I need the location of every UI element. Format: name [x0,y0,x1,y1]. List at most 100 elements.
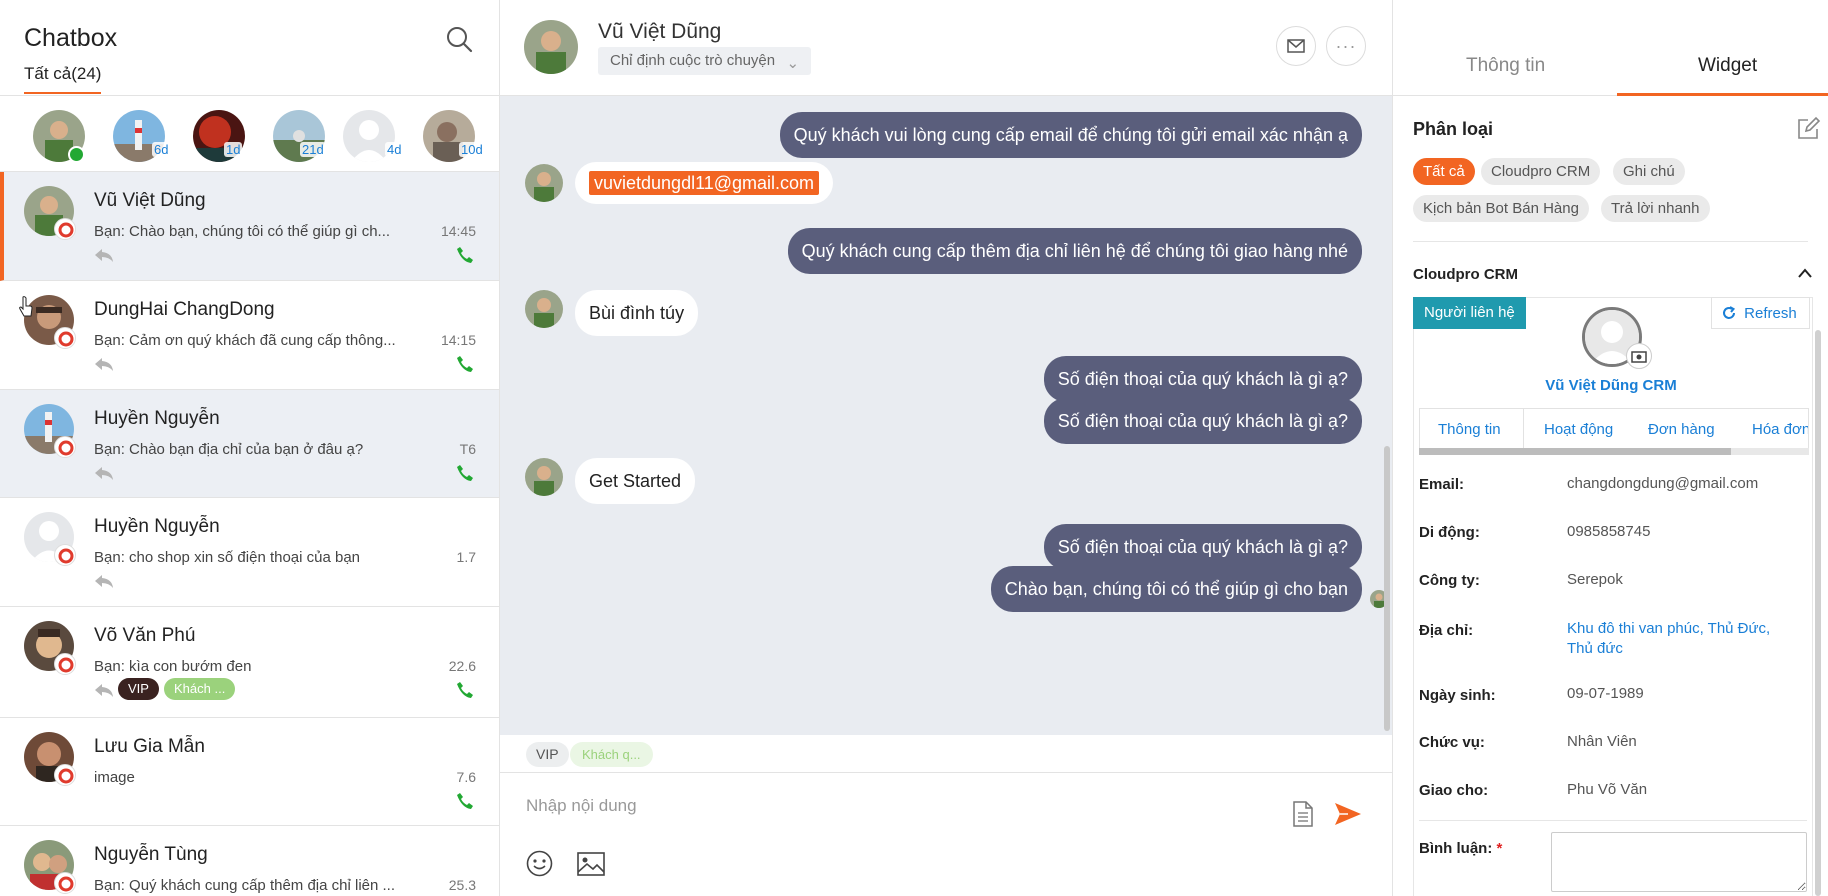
field-label-mobile: Di động: [1419,524,1480,541]
tab-widget[interactable]: Widget [1698,55,1757,77]
pointer-cursor-icon [19,296,33,317]
conversation-item[interactable]: Lưu Gia Mẫn image 7.6 [0,718,499,826]
message-incoming: Get Started [575,458,696,504]
message-composer [500,773,1392,896]
messenger-badge-icon [54,436,76,458]
crm-tab-orders[interactable]: Đơn hàng [1648,409,1715,451]
phone-icon[interactable] [456,246,474,264]
message-scrollbar[interactable] [1384,446,1390,731]
phone-icon[interactable] [456,792,474,810]
conversation-preview: Bạn: cho shop xin số điện thoại của bạn [94,549,361,566]
crm-tabs: Thông tin Hoạt động Đơn hàng Hóa đơn [1419,408,1809,452]
conversation-item[interactable]: Huyền Nguyễn Bạn: Chào bạn địa chỉ của b… [0,390,499,498]
chevron-up-icon[interactable] [1797,267,1813,279]
crm-tab-invoices[interactable]: Hóa đơn [1752,409,1808,451]
field-value-position: Nhân Viên [1567,733,1637,750]
conversation-preview: Bạn: Quý khách cung cấp thêm địa chỉ liê… [94,877,396,894]
crm-tabs-scrollbar[interactable] [1419,448,1809,455]
message-outgoing: Chào bạn, chúng tôi có thể giúp gì cho b… [990,566,1362,612]
tab-all-conversations[interactable]: Tất cả(24) [24,64,102,94]
refresh-icon [1723,306,1736,319]
tag-vip[interactable]: VIP [526,742,569,767]
category-chip-bot-script[interactable]: Kịch bản Bot Bán Hàng [1413,195,1589,222]
emoji-icon[interactable] [526,850,553,877]
active-tab-indicator [1617,93,1828,96]
assign-label: Chỉ định cuộc trò chuyện [610,52,776,69]
conversation-name: Huyền Nguyễn [94,408,220,429]
chevron-down-icon: ⌄ [786,55,800,72]
send-icon[interactable] [1334,801,1362,827]
message-outgoing: Số điện thoại của quý khách là gì ạ? [1043,524,1362,570]
panel-scrollbar[interactable] [1815,330,1821,896]
conversation-item[interactable]: Huyền Nguyễn Bạn: cho shop xin số điện t… [0,498,499,607]
comment-textarea[interactable] [1551,832,1807,892]
crm-tab-info[interactable]: Thông tin [1420,409,1524,451]
contact-avatar[interactable] [524,20,578,74]
field-label-position: Chức vụ: [1419,734,1485,751]
contact-name: Vũ Việt Dũng [598,20,722,43]
email-highlight[interactable]: vuvietdungdl11@gmail.com [589,171,820,195]
contact-button[interactable]: Người liên hệ [1413,297,1526,329]
conversation-preview: Bạn: Chào bạn, chúng tôi có thể giúp gì … [94,223,391,240]
reply-icon [95,575,113,588]
edit-icon[interactable] [1797,116,1821,140]
message-input[interactable] [526,791,1266,821]
assign-conversation-dropdown[interactable]: Chỉ định cuộc trò chuyện ⌄ [598,47,812,75]
conversation-item[interactable]: Vũ Việt Dũng Bạn: Chào bạn, chúng tôi có… [0,172,499,281]
phone-icon[interactable] [456,464,474,482]
field-label-address: Địa chỉ: [1419,622,1474,639]
field-label-assignee: Giao cho: [1419,782,1489,799]
crm-tab-activity[interactable]: Hoạt động [1544,409,1613,451]
conversation-name: Võ Văn Phú [94,625,196,646]
category-chip-notes[interactable]: Ghi chú [1613,158,1685,185]
camera-icon[interactable] [1626,343,1652,369]
messenger-badge-icon [54,544,76,566]
file-icon[interactable] [1292,801,1314,827]
conversation-name: Nguyễn Tùng [94,844,208,865]
image-icon[interactable] [577,852,605,876]
field-label-company: Công ty: [1419,572,1480,589]
recent-badge: 10d [459,142,485,157]
conversation-item[interactable]: Nguyễn Tùng Bạn: Quý khách cung cấp thêm… [0,826,499,896]
refresh-button[interactable]: Refresh [1711,297,1810,329]
conversation-time: 14:15 [440,332,476,348]
message-outgoing: Quý khách vui lòng cung cấp email để chú… [779,112,1362,158]
conversation-name: Huyền Nguyễn [94,516,220,537]
chat-header: Vũ Việt Dũng Chỉ định cuộc trò chuyện ⌄ … [500,0,1392,96]
category-chip-crm[interactable]: Cloudpro CRM [1481,158,1601,185]
phone-icon[interactable] [456,355,474,373]
phone-icon[interactable] [456,681,474,699]
messenger-badge-icon [54,764,76,786]
field-label-birthday: Ngày sinh: [1419,687,1496,704]
mail-icon[interactable] [1276,26,1316,66]
field-value-mobile: 0985858745 [1567,523,1651,540]
recent-avatars-row: 6d 1d 21d 4d 10d [0,96,499,172]
messenger-badge-icon [54,327,76,349]
message-outgoing: Số điện thoại của quý khách là gì ạ? [1043,356,1362,402]
tab-info[interactable]: Thông tin [1466,55,1545,77]
search-icon[interactable] [444,24,474,54]
tag-customer[interactable]: Khách ... [164,678,236,700]
crm-contact-name[interactable]: Vũ Việt Dũng CRM [1393,377,1828,394]
conversation-item[interactable]: Võ Văn Phú Bạn: kìa con bướm đen 22.6 VI… [0,607,499,718]
message-list: Quý khách vui lòng cung cấp email để chú… [500,96,1392,735]
sender-avatar [525,458,563,496]
category-chip-all[interactable]: Tất cả [1413,158,1475,185]
message-incoming: Bùi đình túy [575,290,699,336]
tag-customer[interactable]: Khách q... [570,742,653,767]
conversation-time: 25.3 [448,877,476,893]
category-chip-quick-reply[interactable]: Trả lời nhanh [1601,195,1710,222]
tag-vip[interactable]: VIP [118,678,159,700]
field-value-email: changdongdung@gmail.com [1567,475,1759,492]
sender-avatar [525,164,563,202]
field-value-company: Serepok [1567,571,1623,588]
message-outgoing: Số điện thoại của quý khách là gì ạ? [1043,398,1362,444]
required-marker: * [1496,840,1503,857]
conversation-item[interactable]: DungHai ChangDong Bạn: Cảm ơn quý khách … [0,281,499,390]
conversation-preview: Bạn: Cảm ơn quý khách đã cung cấp thông.… [94,332,396,349]
more-icon[interactable]: ··· [1326,26,1366,66]
chat-panel: Vũ Việt Dũng Chỉ định cuộc trò chuyện ⌄ … [500,0,1392,896]
comment-label: Bình luận: * [1419,840,1502,857]
field-value-address[interactable]: Khu đô thi van phúc, Thủ Đức, Thủ đức [1567,619,1777,659]
message-incoming: vuvietdungdl11@gmail.com [575,162,834,204]
